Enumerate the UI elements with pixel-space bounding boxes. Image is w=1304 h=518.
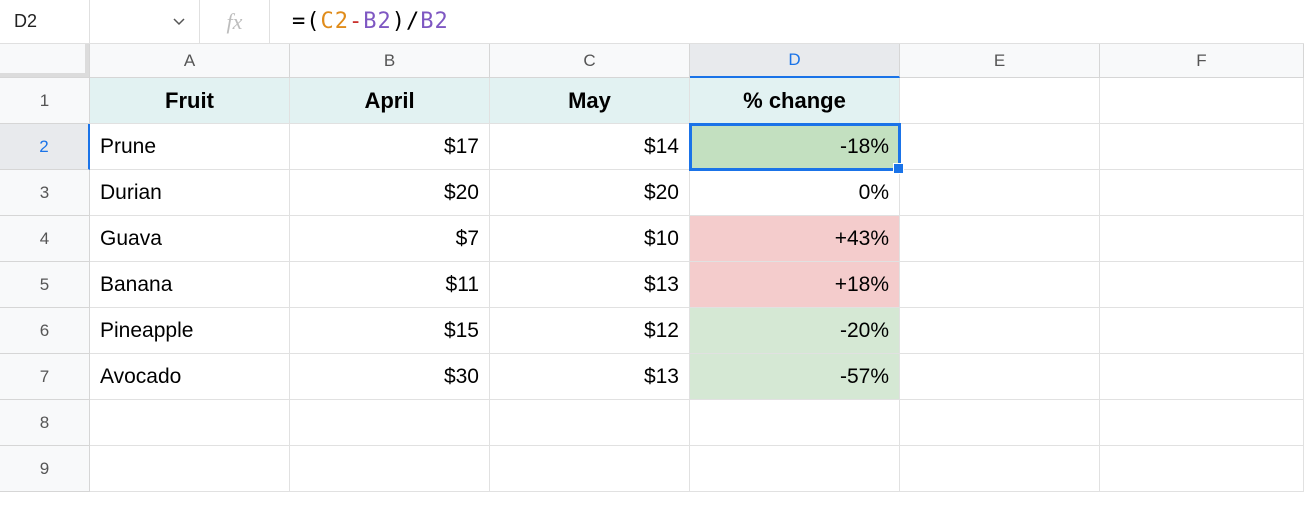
cell-C3[interactable]: $20 — [490, 170, 690, 216]
cell-A8[interactable] — [90, 400, 290, 446]
cell-B3[interactable]: $20 — [290, 170, 490, 216]
cell-E6[interactable] — [900, 308, 1100, 354]
cell-B1[interactable]: April — [290, 78, 490, 124]
cell-D7[interactable]: -57% — [690, 354, 900, 400]
col-head-E[interactable]: E — [900, 44, 1100, 78]
cell-B7[interactable]: $30 — [290, 354, 490, 400]
row-head-4[interactable]: 4 — [0, 216, 90, 262]
cell-F9[interactable] — [1100, 446, 1304, 492]
cell-E4[interactable] — [900, 216, 1100, 262]
select-all-corner[interactable] — [0, 44, 90, 78]
cell-E3[interactable] — [900, 170, 1100, 216]
formula-bar: D2 fx = ( C2 - B2 ) / B2 — [0, 0, 1304, 44]
cell-C9[interactable] — [490, 446, 690, 492]
cell-B5[interactable]: $11 — [290, 262, 490, 308]
formula-token-rp: ) — [392, 9, 406, 34]
col-head-A[interactable]: A — [90, 44, 290, 78]
cell-B9[interactable] — [290, 446, 490, 492]
col-head-F[interactable]: F — [1100, 44, 1304, 78]
formula-input[interactable]: = ( C2 - B2 ) / B2 — [270, 0, 1304, 43]
cell-A1[interactable]: Fruit — [90, 78, 290, 124]
cell-C6[interactable]: $12 — [490, 308, 690, 354]
cell-E7[interactable] — [900, 354, 1100, 400]
col-head-B[interactable]: B — [290, 44, 490, 78]
cell-F8[interactable] — [1100, 400, 1304, 446]
cell-E9[interactable] — [900, 446, 1100, 492]
cell-E1[interactable] — [900, 78, 1100, 124]
cell-D4[interactable]: +43% — [690, 216, 900, 262]
formula-token-lp: ( — [306, 9, 320, 34]
cell-F7[interactable] — [1100, 354, 1304, 400]
cell-D1[interactable]: % change — [690, 78, 900, 124]
cell-C5[interactable]: $13 — [490, 262, 690, 308]
cell-A7[interactable]: Avocado — [90, 354, 290, 400]
cell-C8[interactable] — [490, 400, 690, 446]
cell-F3[interactable] — [1100, 170, 1304, 216]
name-box-dropdown[interactable] — [90, 0, 200, 43]
formula-token-eq: = — [292, 9, 306, 34]
formula-token-b2b: B2 — [420, 9, 449, 34]
cell-B6[interactable]: $15 — [290, 308, 490, 354]
row-head-1[interactable]: 1 — [0, 78, 90, 124]
cell-F1[interactable] — [1100, 78, 1304, 124]
cell-A5[interactable]: Banana — [90, 262, 290, 308]
cell-B8[interactable] — [290, 400, 490, 446]
cell-D8[interactable] — [690, 400, 900, 446]
chevron-down-icon — [173, 18, 185, 26]
cell-D5[interactable]: +18% — [690, 262, 900, 308]
cell-D3[interactable]: 0% — [690, 170, 900, 216]
cell-D6[interactable]: -20% — [690, 308, 900, 354]
row-head-8[interactable]: 8 — [0, 400, 90, 446]
row-head-7[interactable]: 7 — [0, 354, 90, 400]
cell-F6[interactable] — [1100, 308, 1304, 354]
name-box[interactable]: D2 — [0, 0, 90, 43]
cell-E5[interactable] — [900, 262, 1100, 308]
cell-B2[interactable]: $17 — [290, 124, 490, 170]
formula-token-slash: / — [406, 9, 420, 34]
cell-C2[interactable]: $14 — [490, 124, 690, 170]
row-head-3[interactable]: 3 — [0, 170, 90, 216]
cell-F5[interactable] — [1100, 262, 1304, 308]
cell-A4[interactable]: Guava — [90, 216, 290, 262]
cell-D9[interactable] — [690, 446, 900, 492]
formula-token-b2a: B2 — [363, 9, 392, 34]
row-head-6[interactable]: 6 — [0, 308, 90, 354]
cell-A2[interactable]: Prune — [90, 124, 290, 170]
cell-C7[interactable]: $13 — [490, 354, 690, 400]
cell-A3[interactable]: Durian — [90, 170, 290, 216]
cell-D2[interactable]: -18% — [690, 124, 900, 170]
formula-token-minus: - — [349, 9, 363, 34]
formula-token-c2: C2 — [321, 9, 350, 34]
spreadsheet-grid: A B C D E F 1 Fruit April May % change 2… — [0, 44, 1304, 492]
cell-B4[interactable]: $7 — [290, 216, 490, 262]
col-head-C[interactable]: C — [490, 44, 690, 78]
cell-F4[interactable] — [1100, 216, 1304, 262]
col-head-D[interactable]: D — [690, 44, 900, 78]
row-head-2[interactable]: 2 — [0, 124, 90, 170]
cell-C1[interactable]: May — [490, 78, 690, 124]
cell-E8[interactable] — [900, 400, 1100, 446]
row-head-9[interactable]: 9 — [0, 446, 90, 492]
cell-A9[interactable] — [90, 446, 290, 492]
cell-E2[interactable] — [900, 124, 1100, 170]
cell-C4[interactable]: $10 — [490, 216, 690, 262]
cell-A6[interactable]: Pineapple — [90, 308, 290, 354]
cell-F2[interactable] — [1100, 124, 1304, 170]
fx-icon: fx — [200, 0, 270, 43]
row-head-5[interactable]: 5 — [0, 262, 90, 308]
